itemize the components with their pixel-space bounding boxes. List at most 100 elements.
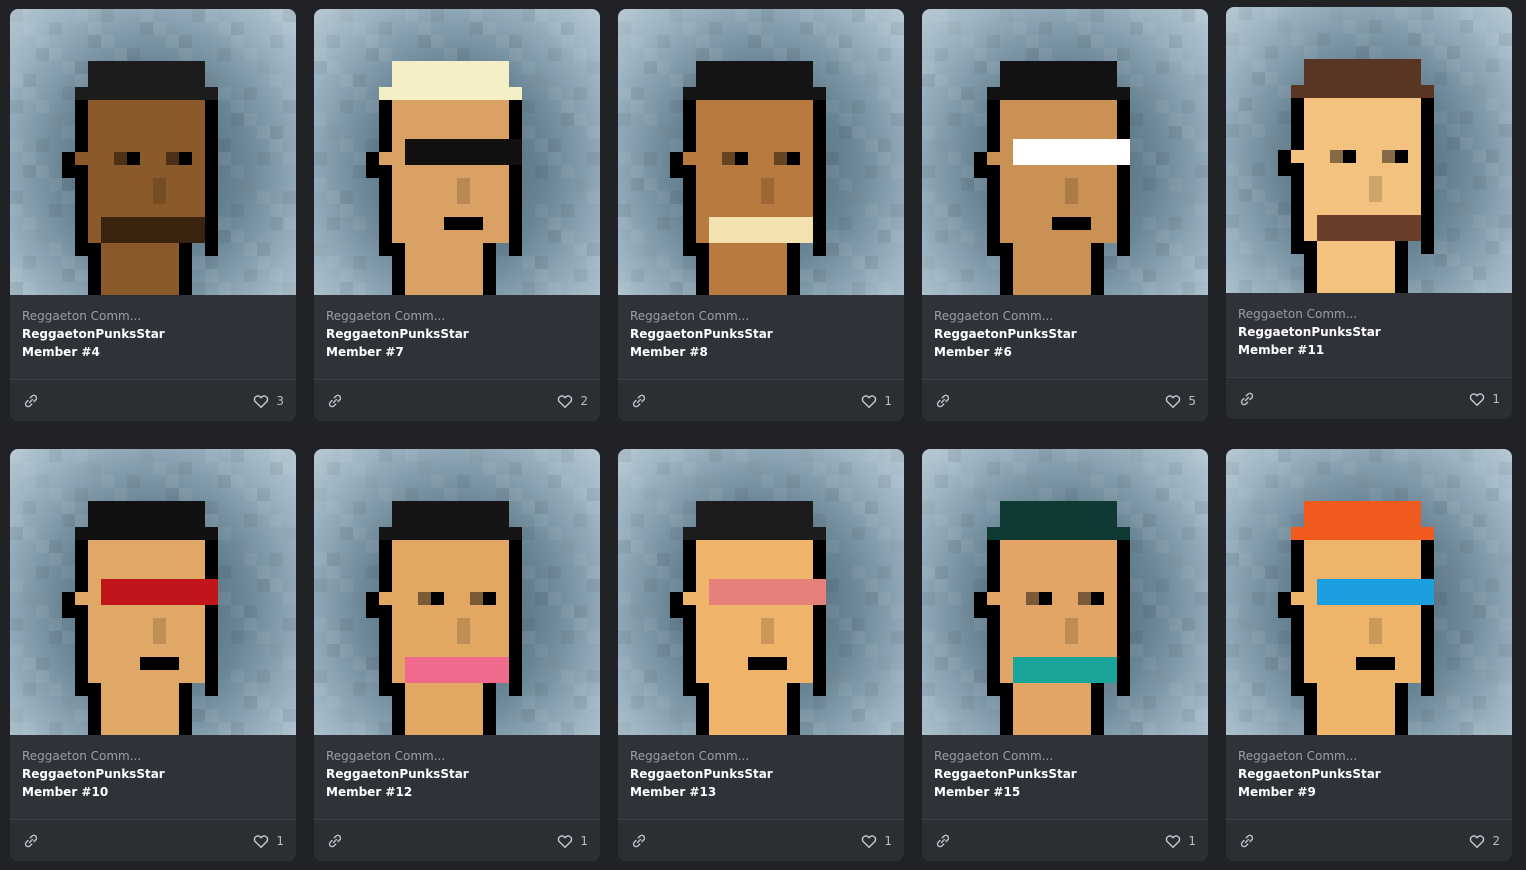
collection-name[interactable]: Reggaeton Comm... [22, 309, 141, 323]
nft-image[interactable] [922, 9, 1208, 295]
like-button[interactable]: 1 [860, 391, 892, 411]
punk-avatar-image [10, 9, 296, 295]
nft-info: Reggaeton Comm... ReggaetonPunksStar Membe… [314, 295, 600, 379]
heart-icon[interactable] [1468, 390, 1486, 408]
nft-card[interactable]: Reggaeton Comm... ReggaetonPunksStar Membe… [618, 449, 904, 861]
like-button[interactable]: 1 [1164, 831, 1196, 851]
nft-member-label: Member #9 [1238, 785, 1316, 799]
link-icon[interactable] [326, 392, 344, 410]
like-button[interactable]: 2 [1468, 831, 1500, 851]
like-count: 2 [1492, 834, 1500, 848]
nft-info: Reggaeton Comm... ReggaetonPunksStar Membe… [922, 295, 1208, 379]
heart-icon[interactable] [1468, 832, 1486, 850]
collection-name[interactable]: Reggaeton Comm... [22, 749, 141, 763]
like-count: 1 [580, 834, 588, 848]
punk-avatar-image [922, 449, 1208, 735]
nft-card[interactable]: Reggaeton Comm... ReggaetonPunksStar Membe… [1226, 449, 1512, 861]
nft-image[interactable] [10, 449, 296, 735]
collection-name[interactable]: Reggaeton Comm... [934, 309, 1053, 323]
nft-image[interactable] [314, 9, 600, 295]
nft-card[interactable]: Reggaeton Comm... ReggaetonPunksStar Membe… [618, 9, 904, 421]
card-footer: 2 [1226, 819, 1512, 861]
like-button[interactable]: 1 [252, 831, 284, 851]
nft-member-label: Member #13 [630, 785, 717, 799]
like-count: 2 [580, 394, 588, 408]
nft-image[interactable] [922, 449, 1208, 735]
nft-title: ReggaetonPunksStar [22, 767, 165, 781]
card-footer: 1 [922, 819, 1208, 861]
like-count: 3 [276, 394, 284, 408]
punk-avatar-image [314, 9, 600, 295]
heart-icon[interactable] [1164, 832, 1182, 850]
punk-avatar-image [314, 449, 600, 735]
nft-info: Reggaeton Comm... ReggaetonPunksStar Membe… [618, 295, 904, 379]
like-button[interactable]: 5 [1164, 391, 1196, 411]
card-footer: 1 [10, 819, 296, 861]
card-footer: 1 [1226, 377, 1512, 419]
collection-name[interactable]: Reggaeton Comm... [1238, 749, 1357, 763]
punk-avatar-image [618, 449, 904, 735]
heart-icon[interactable] [1164, 392, 1182, 410]
nft-info: Reggaeton Comm... ReggaetonPunksStar Membe… [922, 735, 1208, 819]
link-icon[interactable] [630, 392, 648, 410]
nft-title: ReggaetonPunksStar [326, 767, 469, 781]
link-icon[interactable] [22, 832, 40, 850]
link-icon[interactable] [1238, 832, 1256, 850]
like-count: 1 [1188, 834, 1196, 848]
link-icon[interactable] [1238, 390, 1256, 408]
collection-name[interactable]: Reggaeton Comm... [326, 309, 445, 323]
card-footer: 1 [618, 379, 904, 421]
link-icon[interactable] [22, 392, 40, 410]
collection-name[interactable]: Reggaeton Comm... [326, 749, 445, 763]
nft-card[interactable]: Reggaeton Comm... ReggaetonPunksStar Membe… [314, 449, 600, 861]
nft-image[interactable] [618, 449, 904, 735]
card-footer: 3 [10, 379, 296, 421]
like-count: 1 [884, 834, 892, 848]
collection-name[interactable]: Reggaeton Comm... [934, 749, 1053, 763]
nft-title: ReggaetonPunksStar [326, 327, 469, 341]
nft-title: ReggaetonPunksStar [1238, 325, 1381, 339]
nft-image[interactable] [10, 9, 296, 295]
like-button[interactable]: 1 [1468, 389, 1500, 409]
nft-info: Reggaeton Comm... ReggaetonPunksStar Membe… [618, 735, 904, 819]
nft-info: Reggaeton Comm... ReggaetonPunksStar Membe… [1226, 293, 1512, 377]
nft-image[interactable] [618, 9, 904, 295]
heart-icon[interactable] [252, 392, 270, 410]
heart-icon[interactable] [252, 832, 270, 850]
link-icon[interactable] [630, 832, 648, 850]
heart-icon[interactable] [556, 832, 574, 850]
nft-info: Reggaeton Comm... ReggaetonPunksStar Membe… [1226, 735, 1512, 819]
nft-card[interactable]: Reggaeton Comm... ReggaetonPunksStar Membe… [922, 9, 1208, 421]
like-button[interactable]: 3 [252, 391, 284, 411]
nft-card[interactable]: Reggaeton Comm... ReggaetonPunksStar Membe… [1226, 7, 1512, 419]
collection-name[interactable]: Reggaeton Comm... [1238, 307, 1357, 321]
nft-member-label: Member #4 [22, 345, 100, 359]
like-count: 1 [1492, 392, 1500, 406]
collection-name[interactable]: Reggaeton Comm... [630, 309, 749, 323]
nft-card[interactable]: Reggaeton Comm... ReggaetonPunksStar Membe… [10, 9, 296, 421]
like-button[interactable]: 2 [556, 391, 588, 411]
like-count: 5 [1188, 394, 1196, 408]
link-icon[interactable] [934, 832, 952, 850]
card-footer: 5 [922, 379, 1208, 421]
nft-card[interactable]: Reggaeton Comm... ReggaetonPunksStar Membe… [922, 449, 1208, 861]
heart-icon[interactable] [860, 392, 878, 410]
nft-member-label: Member #11 [1238, 343, 1325, 357]
link-icon[interactable] [326, 832, 344, 850]
like-button[interactable]: 1 [556, 831, 588, 851]
like-button[interactable]: 1 [860, 831, 892, 851]
heart-icon[interactable] [860, 832, 878, 850]
punk-avatar-image [922, 9, 1208, 295]
like-count: 1 [276, 834, 284, 848]
nft-title: ReggaetonPunksStar [22, 327, 165, 341]
nft-image[interactable] [314, 449, 600, 735]
nft-card[interactable]: Reggaeton Comm... ReggaetonPunksStar Membe… [314, 9, 600, 421]
nft-image[interactable] [1226, 449, 1512, 735]
collection-name[interactable]: Reggaeton Comm... [630, 749, 749, 763]
nft-image[interactable] [1226, 7, 1512, 293]
heart-icon[interactable] [556, 392, 574, 410]
link-icon[interactable] [934, 392, 952, 410]
nft-card[interactable]: Reggaeton Comm... ReggaetonPunksStar Membe… [10, 449, 296, 861]
nft-title: ReggaetonPunksStar [630, 327, 773, 341]
card-footer: 1 [314, 819, 600, 861]
